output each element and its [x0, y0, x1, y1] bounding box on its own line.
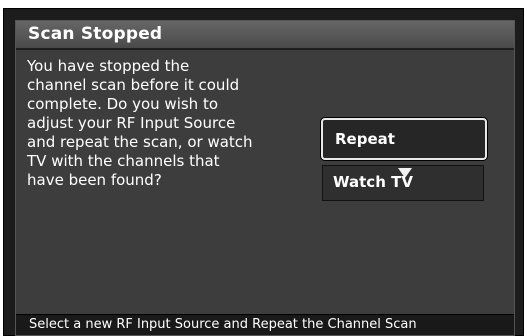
message-line: TV with the channels that: [27, 152, 220, 170]
repeat-button-label: Repeat: [335, 130, 395, 148]
dialog-title: Scan Stopped: [28, 24, 163, 44]
dialog-message: You have stopped the channel scan before…: [27, 57, 277, 190]
message-line: You have stopped the: [27, 57, 190, 75]
dialog-title-bar: Scan Stopped: [16, 21, 514, 50]
message-line: and repeat the scan, or watch: [27, 133, 253, 151]
watch-tv-button[interactable]: Watch TV: [322, 165, 484, 201]
message-line: complete. Do you wish to: [27, 95, 219, 113]
message-line: have been found?: [27, 171, 162, 189]
message-line: channel scan before it could: [27, 76, 240, 94]
scan-stopped-dialog: Scan Stopped You have stopped the channe…: [15, 20, 515, 336]
triangle-down-icon: [398, 168, 412, 178]
message-line: adjust your RF Input Source: [27, 114, 236, 132]
status-bar: Select a new RF Input Source and Repeat …: [16, 314, 514, 335]
repeat-button[interactable]: Repeat: [321, 118, 487, 160]
status-text: Select a new RF Input Source and Repeat …: [29, 317, 417, 332]
